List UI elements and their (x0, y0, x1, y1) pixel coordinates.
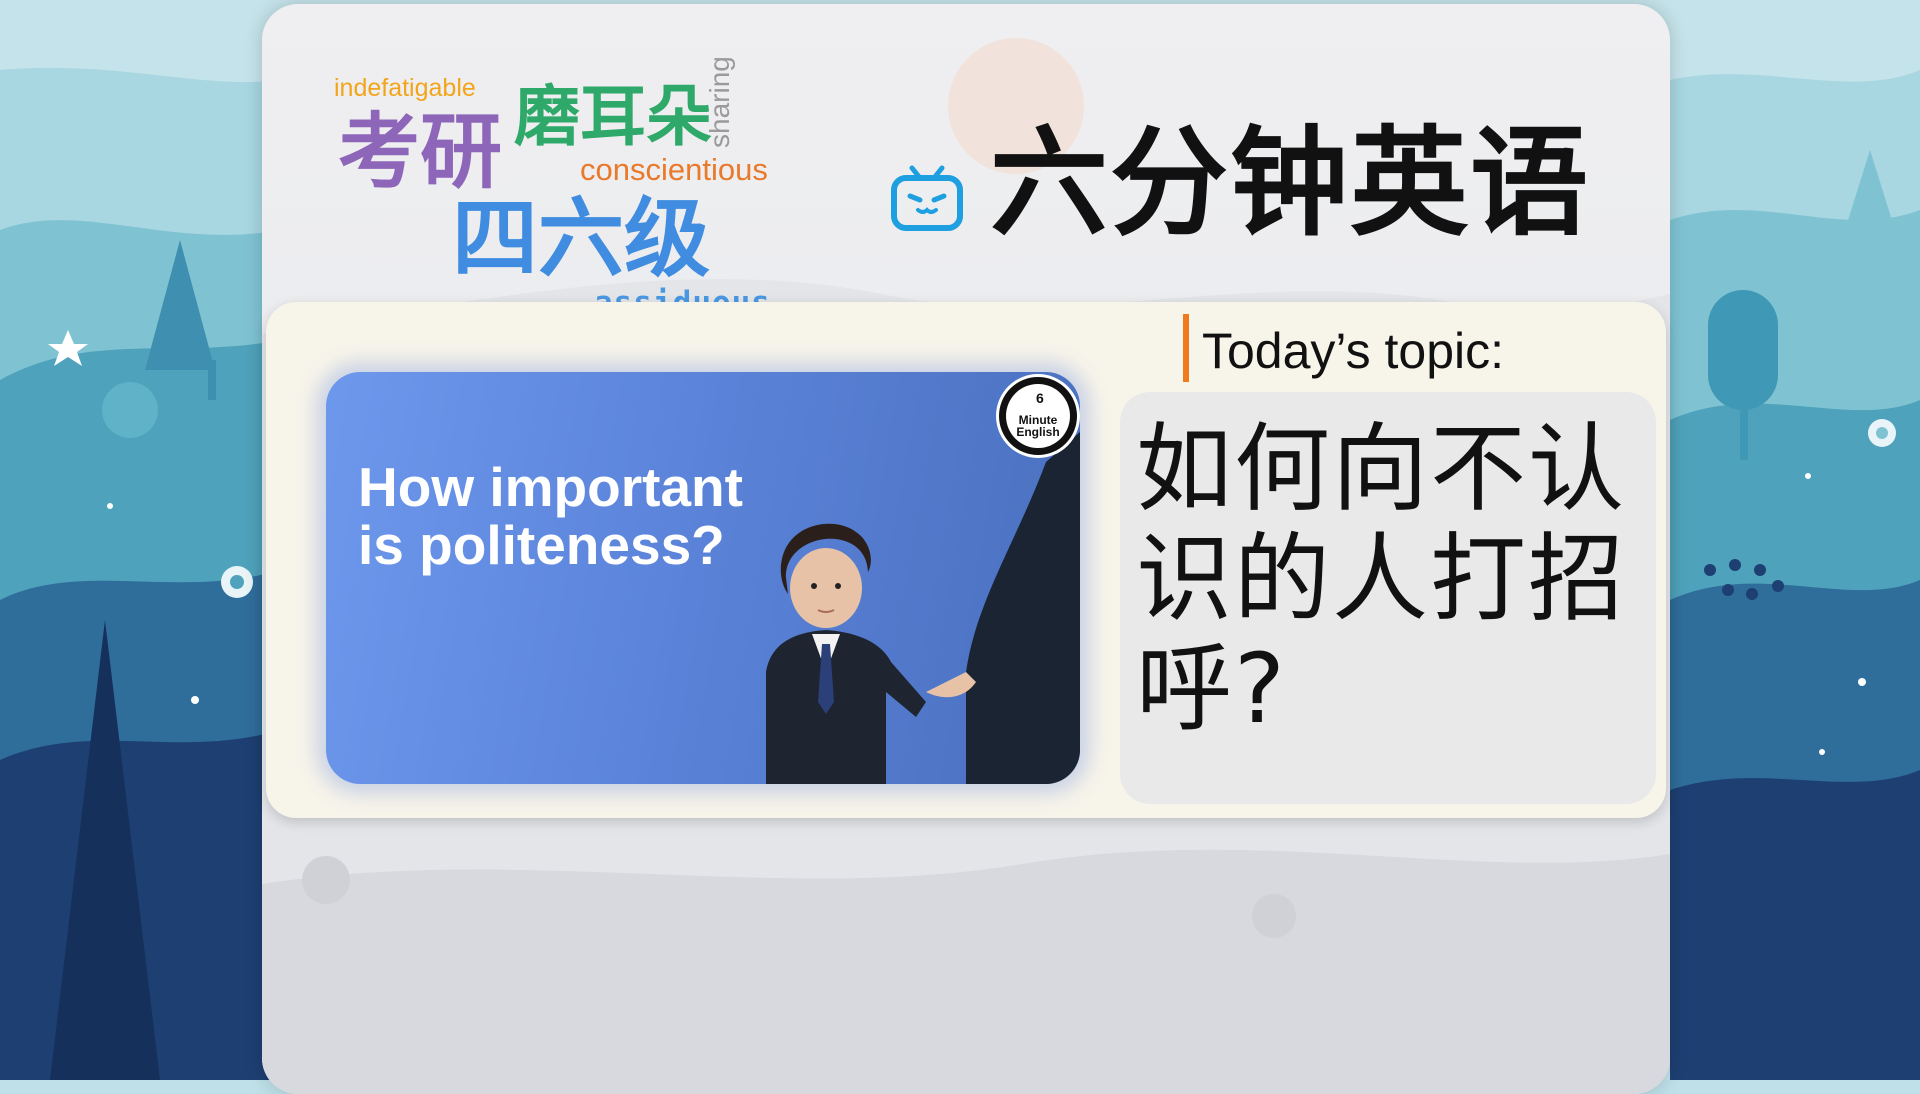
word-sharing: sharing (704, 56, 735, 148)
topic-accent-bar (1183, 314, 1189, 382)
question-box: 如何向不认识的人打招呼? (1120, 392, 1656, 804)
word-conscientious: conscientious (580, 152, 768, 187)
word-moerduo: 磨耳朵 (514, 78, 712, 155)
logo-number: 6 (1036, 390, 1044, 406)
word-siliuji: 四六级 (452, 189, 710, 289)
bilibili-tv-icon (891, 165, 963, 231)
topic-label: Today’s topic: (1202, 323, 1505, 379)
six-minute-english-logo: 6 Minute English (996, 374, 1080, 458)
topic-question: 如何向不认识的人打招呼? (1136, 413, 1626, 745)
logo-face: 6 Minute English (1006, 384, 1070, 448)
page-title: 六分钟英语 (990, 114, 1591, 252)
word-kaoyan: 考研 (338, 105, 503, 200)
word-indefatigable: indefatigable (334, 74, 476, 102)
thumbnail-title-line1: How important (358, 456, 743, 518)
logo-text: Minute English (1010, 414, 1066, 438)
logo-text-line2: English (1016, 425, 1060, 439)
thumbnail-title: How important is politeness? (358, 458, 743, 574)
thumbnail-title-line2: is politeness? (358, 514, 725, 576)
video-thumbnail[interactable]: How important is politeness? (326, 372, 1080, 784)
boy-in-suit-illustration (766, 432, 1080, 784)
